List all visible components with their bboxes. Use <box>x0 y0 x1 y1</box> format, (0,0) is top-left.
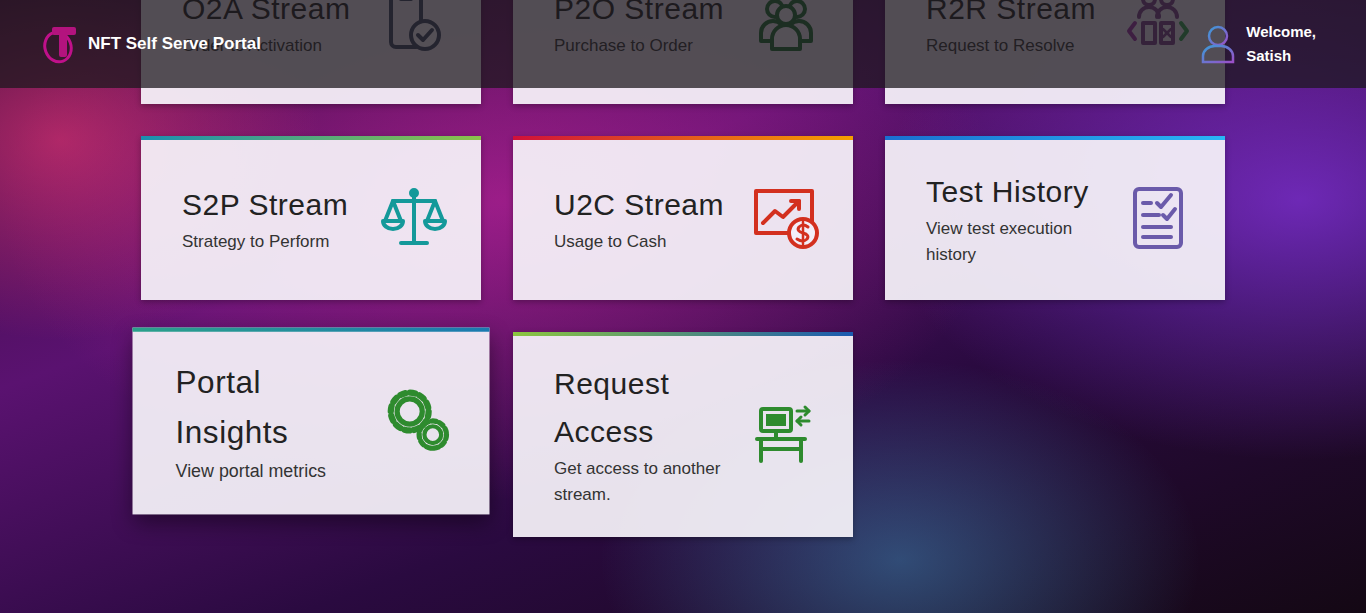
chart-coin-icon <box>753 185 819 251</box>
brand[interactable]: NFT Self Serve Portal <box>42 23 261 65</box>
computer-desk-icon <box>753 401 819 467</box>
card-title: Request Access <box>554 360 743 456</box>
card-text: S2P Stream Strategy to Perform <box>182 181 371 255</box>
telstra-logo-icon <box>42 23 78 65</box>
top-bar: NFT Self Serve Portal Welcome, Satish <box>0 0 1366 88</box>
clipboard-check-icon <box>1125 185 1191 251</box>
portal-page: O2A Stream Order to Activation P2O Strea… <box>0 0 1366 613</box>
card-subtitle: Strategy to Perform <box>182 229 371 255</box>
welcome-label: Welcome, <box>1246 20 1316 44</box>
scales-icon <box>381 185 447 251</box>
card-title: Test History <box>926 168 1115 216</box>
card-title: S2P Stream <box>182 181 371 229</box>
user-avatar-icon <box>1200 24 1236 64</box>
card-subtitle: Get access to another stream. <box>554 456 743 509</box>
card-text: Request Access Get access to another str… <box>554 360 743 509</box>
user-name: Satish <box>1246 44 1316 68</box>
card-text: Test History View test execution history <box>926 168 1115 269</box>
card-accent-strip <box>513 136 853 140</box>
user-menu[interactable]: Welcome, Satish <box>1200 20 1316 68</box>
card-subtitle: View portal metrics <box>176 458 374 486</box>
card-text: Portal Insights View portal metrics <box>176 357 374 485</box>
card-accent-strip <box>885 136 1225 140</box>
card-title: Portal Insights <box>176 357 374 458</box>
card-accent-strip <box>133 328 490 332</box>
stream-card[interactable]: S2P Stream Strategy to Perform <box>141 136 481 300</box>
card-subtitle: View test execution history <box>926 216 1115 269</box>
stream-card[interactable]: Portal Insights View portal metrics <box>133 328 490 515</box>
card-title: U2C Stream <box>554 181 743 229</box>
card-subtitle: Usage to Cash <box>554 229 743 255</box>
card-accent-strip <box>141 136 481 140</box>
stream-card[interactable]: Test History View test execution history <box>885 136 1225 300</box>
card-accent-strip <box>513 332 853 336</box>
stream-card[interactable]: Request Access Get access to another str… <box>513 332 853 537</box>
portal-title: NFT Self Serve Portal <box>88 34 261 54</box>
user-greeting: Welcome, Satish <box>1246 20 1316 68</box>
card-text: U2C Stream Usage to Cash <box>554 181 743 255</box>
gears-icon <box>385 387 454 456</box>
stream-card[interactable]: U2C Stream Usage to Cash <box>513 136 853 300</box>
